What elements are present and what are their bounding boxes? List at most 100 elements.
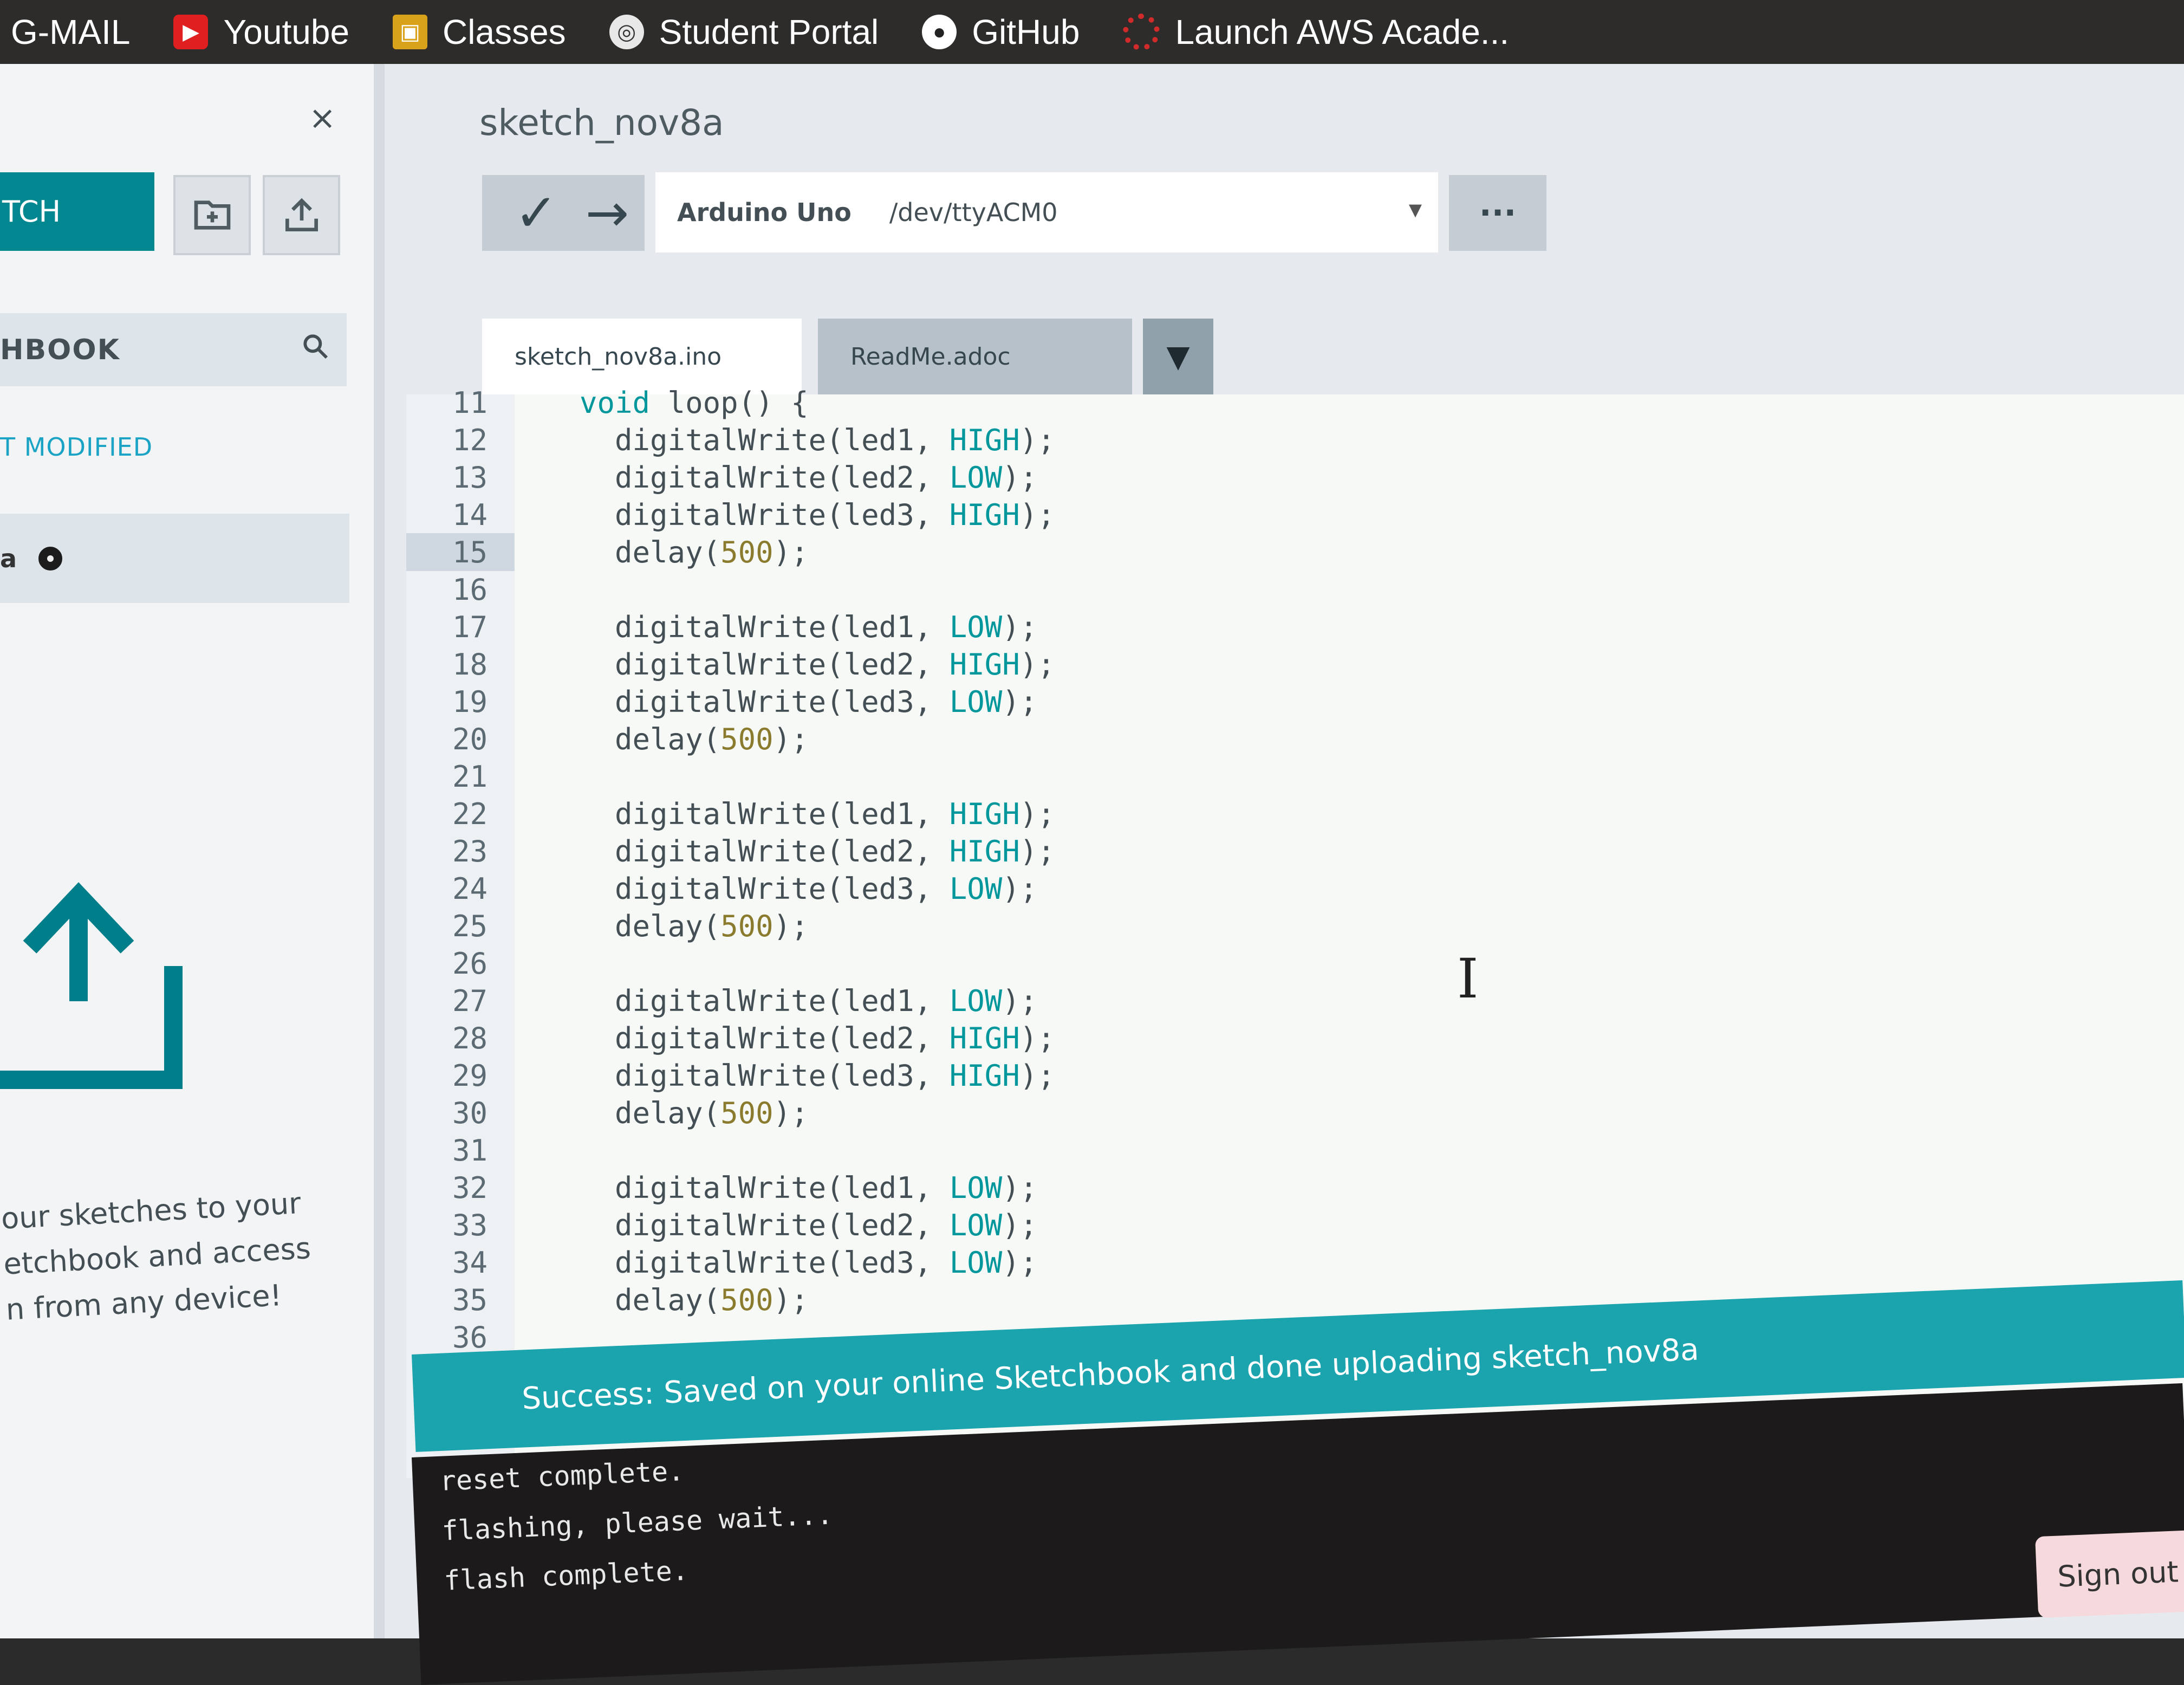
code-line[interactable]: 33 digitalWrite(led2, LOW); <box>406 1206 2140 1244</box>
code-text: digitalWrite(led1, HIGH); <box>580 796 1055 831</box>
line-number: 11 <box>452 385 487 420</box>
import-sketch-icon[interactable] <box>263 175 340 255</box>
code-text: digitalWrite(led3, HIGH); <box>580 497 1055 532</box>
line-number: 18 <box>452 647 487 682</box>
bookmark-label: Classes <box>443 12 566 51</box>
line-number: 17 <box>452 610 487 644</box>
code-line[interactable]: 27 digitalWrite(led1, LOW); <box>406 982 2140 1020</box>
line-number: 31 <box>452 1133 487 1168</box>
line-number: 20 <box>452 722 487 756</box>
sketchbook-sidebar: × TCH HBOOK T MODIFIED a our sketches to… <box>0 64 385 1638</box>
upload-button[interactable]: → <box>570 175 645 251</box>
code-line[interactable]: 31 <box>406 1131 2140 1169</box>
code-line[interactable]: 21 <box>406 757 2140 795</box>
more-options-button[interactable]: ··· <box>1449 175 1546 251</box>
code-text: delay(500); <box>580 535 809 569</box>
line-number: 12 <box>452 423 487 457</box>
line-number: 14 <box>452 497 487 532</box>
bookmark-aws[interactable]: Launch AWS Acade... <box>1123 12 1509 52</box>
line-number: 13 <box>452 460 487 495</box>
github-icon: ● <box>922 15 957 49</box>
code-line[interactable]: 11 void loop() { <box>406 384 2140 422</box>
youtube-icon: ▶ <box>173 15 209 49</box>
sort-last-modified[interactable]: T MODIFIED <box>0 432 153 462</box>
code-text: digitalWrite(led2, HIGH); <box>580 647 1055 682</box>
line-number: 29 <box>452 1058 487 1093</box>
code-text: delay(500); <box>580 1282 809 1317</box>
bookmark-label: Student Portal <box>659 12 879 51</box>
code-line[interactable]: 17 digitalWrite(led1, LOW); <box>406 608 2140 646</box>
code-line[interactable]: 13 digitalWrite(led2, LOW); <box>406 458 2140 496</box>
code-line[interactable]: 29 digitalWrite(led3, HIGH); <box>406 1057 2140 1094</box>
tab-readme[interactable]: ReadMe.adoc <box>818 319 1132 394</box>
bookmarks-bar: G-MAIL ▶ Youtube ▣ Classes ◎ Student Por… <box>0 0 2184 64</box>
line-number: 30 <box>452 1096 487 1130</box>
code-line[interactable]: 32 digitalWrite(led1, LOW); <box>406 1169 2140 1207</box>
code-line[interactable]: 30 delay(500); <box>406 1094 2140 1132</box>
line-number: 28 <box>452 1021 487 1055</box>
bookmark-label: G-MAIL <box>11 12 131 51</box>
bookmark-student-portal[interactable]: ◎ Student Portal <box>609 12 879 52</box>
sketchbook-promo: our sketches to your etchbook and access… <box>0 1180 332 1333</box>
board-selector[interactable]: Arduino Uno /dev/ttyACM0 ▾ <box>655 172 1438 252</box>
code-line[interactable]: 22 digitalWrite(led1, HIGH); <box>406 795 2140 833</box>
line-number: 26 <box>452 946 487 981</box>
bookmark-label: Youtube <box>223 12 350 51</box>
code-line[interactable]: 15 delay(500); <box>406 533 2140 571</box>
code-text: digitalWrite(led1, HIGH); <box>580 423 1055 457</box>
sketch-options-icon[interactable] <box>38 546 63 571</box>
line-number: 33 <box>452 1208 487 1242</box>
code-text: delay(500); <box>580 722 809 756</box>
line-number: 24 <box>452 871 487 906</box>
code-line[interactable]: 23 digitalWrite(led2, HIGH); <box>406 832 2140 870</box>
bookmark-gmail[interactable]: G-MAIL <box>11 12 130 52</box>
aws-icon <box>1123 14 1160 50</box>
line-number: 15 <box>452 535 487 569</box>
bookmark-label: Launch AWS Acade... <box>1175 12 1510 51</box>
code-text: delay(500); <box>580 909 809 943</box>
chevron-down-icon: ▾ <box>1408 194 1422 224</box>
sketch-title[interactable]: sketch_nov8a <box>479 102 724 144</box>
code-line[interactable]: 20 delay(500); <box>406 720 2140 758</box>
code-line[interactable]: 26 <box>406 944 2140 982</box>
line-number: 34 <box>452 1245 487 1280</box>
port-name: /dev/ttyACM0 <box>889 198 1058 227</box>
code-line[interactable]: 34 digitalWrite(led3, LOW); <box>406 1243 2140 1281</box>
new-folder-icon[interactable] <box>173 175 251 255</box>
code-text: digitalWrite(led3, HIGH); <box>580 1058 1055 1093</box>
line-number: 27 <box>452 983 487 1018</box>
code-line[interactable]: 25 delay(500); <box>406 907 2140 945</box>
search-icon[interactable] <box>300 331 330 368</box>
line-number: 16 <box>452 572 487 607</box>
bookmark-youtube[interactable]: ▶ Youtube <box>173 12 349 52</box>
sketch-list-item[interactable]: a <box>0 514 349 603</box>
bookmark-classes[interactable]: ▣ Classes <box>393 12 566 52</box>
code-line[interactable]: 14 digitalWrite(led3, HIGH); <box>406 496 2140 534</box>
code-line[interactable]: 24 digitalWrite(led3, LOW); <box>406 870 2140 908</box>
code-text: digitalWrite(led2, LOW); <box>580 460 1038 495</box>
upload-cloud-icon <box>0 866 195 1093</box>
line-number: 19 <box>452 684 487 719</box>
new-sketch-button[interactable]: TCH <box>0 172 154 251</box>
tab-sketch-ino[interactable]: sketch_nov8a.ino <box>482 319 802 394</box>
close-sidebar-icon[interactable]: × <box>309 99 336 137</box>
code-text: digitalWrite(led2, HIGH); <box>580 834 1055 869</box>
code-line[interactable]: 19 digitalWrite(led3, LOW); <box>406 683 2140 721</box>
code-line[interactable]: 28 digitalWrite(led2, HIGH); <box>406 1019 2140 1057</box>
code-text: digitalWrite(led1, LOW); <box>580 1170 1038 1205</box>
board-name: Arduino Uno <box>677 198 851 227</box>
bookmark-github[interactable]: ● GitHub <box>922 12 1080 52</box>
code-line[interactable]: 12 digitalWrite(led1, HIGH); <box>406 421 2140 459</box>
line-number: 32 <box>452 1170 487 1205</box>
code-text: digitalWrite(led3, LOW); <box>580 684 1038 719</box>
code-text: digitalWrite(led3, LOW); <box>580 1245 1038 1280</box>
tabs-menu-chevron-icon[interactable]: ▼ <box>1143 319 1213 394</box>
sign-out-button[interactable]: Sign out <box>2034 1530 2184 1618</box>
bookmark-label: GitHub <box>972 12 1080 51</box>
line-number: 23 <box>452 834 487 869</box>
sketch-item-label: a <box>0 543 17 573</box>
code-text: digitalWrite(led1, LOW); <box>580 983 1038 1018</box>
student-portal-icon: ◎ <box>609 15 644 49</box>
code-line[interactable]: 16 <box>406 571 2140 608</box>
code-line[interactable]: 18 digitalWrite(led2, HIGH); <box>406 645 2140 683</box>
